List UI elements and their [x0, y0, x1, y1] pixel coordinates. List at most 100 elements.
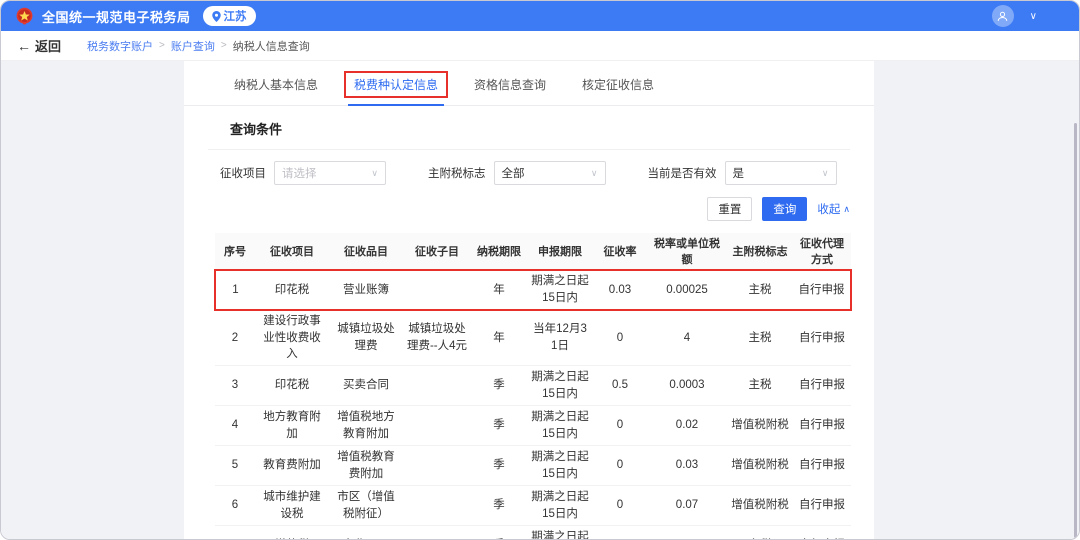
breadcrumb-item[interactable]: 账户查询: [171, 38, 215, 54]
filter-label: 主附税标志: [428, 165, 486, 181]
table-cell: 自行申报: [793, 366, 851, 406]
person-icon: [996, 10, 1009, 23]
table-cell: [403, 446, 471, 486]
table-cell: 主税: [727, 366, 793, 406]
location-badge[interactable]: 江苏: [203, 6, 256, 26]
table-cell: [403, 270, 471, 310]
tab-label: 纳税人基本信息: [224, 71, 328, 98]
table-cell: 自行申报: [793, 406, 851, 446]
table-row: 2建设行政事业性收费收入城镇垃圾处理费城镇垃圾处理费--人4元年当年12月31日…: [215, 310, 851, 366]
breadcrumb: 税务数字账户>账户查询>纳税人信息查询: [87, 38, 310, 54]
table-header-row: 序号征收项目征收品目征收子目纳税期限申报期限征收率税率或单位税额主附税标志征收代…: [215, 233, 851, 270]
breadcrumb-separator: >: [159, 40, 165, 51]
tab-label: 税费种认定信息: [344, 71, 448, 98]
table-cell: 0.03: [593, 270, 647, 310]
table-cell: 营业账簿: [329, 270, 403, 310]
table-cell: 自行申报: [793, 270, 851, 310]
table-cell: 0.03: [593, 526, 647, 540]
filter-group: 征收项目请选择∨: [220, 161, 386, 185]
user-avatar[interactable]: [992, 5, 1014, 27]
breadcrumb-item[interactable]: 税务数字账户: [87, 38, 153, 54]
reset-button[interactable]: 重置: [707, 197, 752, 221]
column-header: 征收项目: [255, 233, 329, 270]
table-cell: 0.5: [593, 366, 647, 406]
table-cell: 地方教育附加: [255, 406, 329, 446]
table-cell: 买卖合同: [329, 366, 403, 406]
tab-active[interactable]: 税费种认定信息: [344, 71, 448, 105]
table-cell: 期满之日起15日内: [527, 270, 593, 310]
screenshot-frame: 全国统一规范电子税务局 江苏 ∨ ← 返回 税务数字账户>账户查询>纳税人信息查…: [0, 0, 1080, 540]
table-cell: [403, 366, 471, 406]
app-title: 全国统一规范电子税务局: [42, 7, 191, 26]
table-cell: 建设行政事业性收费收入: [255, 310, 329, 366]
query-card: 纳税人基本信息税费种认定信息资格信息查询核定征收信息 查询条件 征收项目 请选择 ∨…: [184, 61, 874, 540]
table-cell: 增值税教育费附加: [329, 446, 403, 486]
table-cell: 4: [647, 310, 727, 366]
table-cell: 城市维护建设税: [255, 486, 329, 526]
table-row: 6城市维护建设税市区（增值税附征）季期满之日起15日内00.07增值税附税自行申…: [215, 486, 851, 526]
account-dropdown-caret-icon[interactable]: ∨: [1030, 11, 1037, 22]
table-cell: 7: [215, 526, 255, 540]
table-cell: 0.02: [647, 406, 727, 446]
tab-label: 资格信息查询: [464, 71, 556, 98]
table-cell: 0: [593, 446, 647, 486]
table-cell: 自行申报: [793, 526, 851, 540]
table-cell: 季: [471, 406, 527, 446]
table-cell: 季: [471, 526, 527, 540]
filter-label: 当前是否有效: [648, 165, 717, 181]
tab-item[interactable]: 核定征收信息: [572, 71, 664, 105]
table-row: 5教育费附加增值税教育费附加季期满之日起15日内00.03增值税附税自行申报: [215, 446, 851, 486]
select-value: 请选择: [282, 165, 317, 181]
chevron-down-icon: ∨: [371, 168, 378, 179]
table-cell: 年: [471, 270, 527, 310]
table-cell: 0.0003: [647, 366, 727, 406]
search-button[interactable]: 查询: [762, 197, 807, 221]
column-header: 征收代理方式: [793, 233, 851, 270]
table-cell: 季: [471, 446, 527, 486]
table-cell: 主税: [727, 310, 793, 366]
filter-row: 征收项目请选择∨主附税标志全部∨当前是否有效是∨: [184, 150, 874, 185]
page-content: 纳税人基本信息税费种认定信息资格信息查询核定征收信息 查询条件 征收项目 请选择 ∨…: [1, 61, 1079, 540]
filter-select[interactable]: 是∨: [725, 161, 837, 185]
tab-label: 核定征收信息: [572, 71, 664, 98]
table-cell: 0.07: [647, 486, 727, 526]
table-cell: 主税: [727, 270, 793, 310]
table-cell: 0: [593, 310, 647, 366]
vertical-scrollbar[interactable]: [1074, 123, 1077, 538]
table-cell: 主税: [727, 526, 793, 540]
top-header-bar: 全国统一规范电子税务局 江苏 ∨: [1, 1, 1079, 31]
action-row: 重置 查询 收起 ∧: [184, 185, 874, 229]
table-cell: 印花税: [255, 270, 329, 310]
table-cell: 期满之日起15日内: [527, 446, 593, 486]
column-header: 申报期限: [527, 233, 593, 270]
tab-item[interactable]: 纳税人基本信息: [224, 71, 328, 105]
table-row-highlighted: 1印花税营业账簿年期满之日起15日内0.030.00025主税自行申报: [215, 270, 851, 310]
filter-group: 当前是否有效是∨: [648, 161, 837, 185]
column-header: 征收品目: [329, 233, 403, 270]
select-value: 全部: [502, 165, 525, 181]
tax-bureau-emblem-logo: [15, 7, 34, 26]
column-header: 序号: [215, 233, 255, 270]
table-cell: 印花税: [255, 366, 329, 406]
tab-bar: 纳税人基本信息税费种认定信息资格信息查询核定征收信息: [184, 61, 874, 106]
table-cell: 当年12月31日: [527, 310, 593, 366]
topbar-right-group: ∨: [992, 5, 1065, 27]
table-cell: 季: [471, 486, 527, 526]
table-cell: [403, 406, 471, 446]
breadcrumb-bar: ← 返回 税务数字账户>账户查询>纳税人信息查询: [1, 31, 1079, 61]
table-cell: 期满之日起15日内: [527, 406, 593, 446]
back-button[interactable]: ← 返回: [17, 36, 61, 55]
table-cell: 3: [215, 366, 255, 406]
table-cell: 0: [593, 486, 647, 526]
filter-select[interactable]: 全部∨: [494, 161, 606, 185]
table-cell: 城镇垃圾处理费: [329, 310, 403, 366]
table-cell: 期满之日起15日内: [527, 486, 593, 526]
collapse-link[interactable]: 收起 ∧: [817, 201, 850, 217]
table-cell: 商业(3%): [329, 526, 403, 540]
tab-item[interactable]: 资格信息查询: [464, 71, 556, 105]
chevron-down-icon: ∨: [822, 168, 829, 179]
query-conditions-title: 查询条件: [230, 119, 874, 138]
table-cell: 1: [215, 270, 255, 310]
column-header: 纳税期限: [471, 233, 527, 270]
filter-select[interactable]: 请选择 ∨: [274, 161, 386, 185]
